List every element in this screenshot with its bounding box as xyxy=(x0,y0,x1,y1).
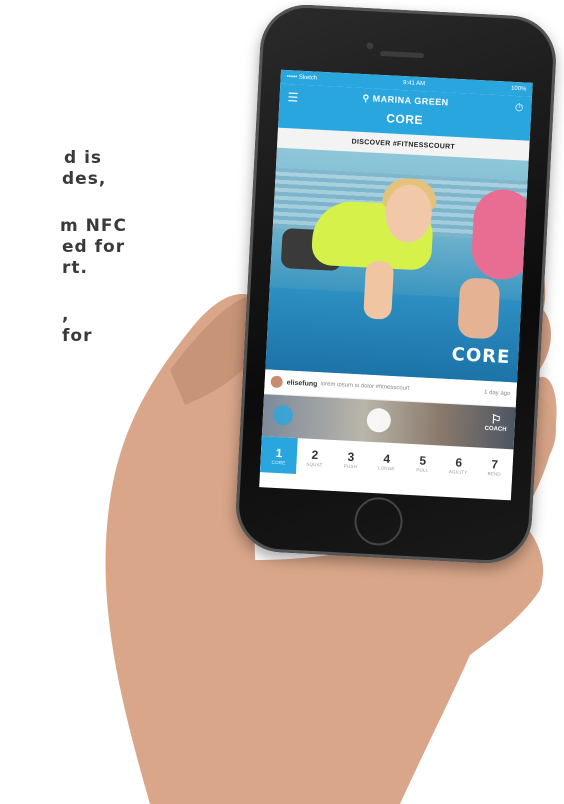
front-camera xyxy=(366,42,374,50)
coach-label: COACH xyxy=(484,425,507,433)
record-button[interactable] xyxy=(366,407,392,433)
clock-label: 9:41 AM xyxy=(402,80,426,88)
tab-number: 7 xyxy=(491,456,499,472)
whistle-icon: ⚐ xyxy=(490,412,502,427)
tab-bend[interactable]: 7 BEND xyxy=(476,447,514,485)
phone-device: ••••• Sketch 9:41 AM 100% ☰ ⚲ MARINA GRE… xyxy=(233,2,559,566)
home-button[interactable] xyxy=(353,496,404,547)
tab-number: 3 xyxy=(347,449,355,464)
second-athlete-arm xyxy=(457,277,501,340)
pin-icon: ⚲ xyxy=(362,93,370,104)
tab-label: LUNGE xyxy=(377,464,395,471)
post-username[interactable]: elisefung xyxy=(287,379,318,388)
hero-label: CORE xyxy=(451,344,511,369)
tab-number: 2 xyxy=(311,447,319,462)
app-screen: ••••• Sketch 9:41 AM 100% ☰ ⚲ MARINA GRE… xyxy=(259,69,533,501)
camera-icon[interactable] xyxy=(272,404,294,426)
tab-agility[interactable]: 6 AGILITY xyxy=(440,446,478,484)
avatar[interactable] xyxy=(270,375,284,389)
tab-lunge[interactable]: 4 LUNGE xyxy=(368,442,406,480)
carrier-label: ••••• Sketch xyxy=(286,73,318,82)
battery-label: 100% xyxy=(510,85,527,93)
second-athlete xyxy=(470,188,529,282)
tab-pull[interactable]: 5 PULL xyxy=(404,444,442,482)
tab-core[interactable]: 1 CORE xyxy=(259,436,298,475)
tab-number: 5 xyxy=(419,452,427,468)
hero-image[interactable]: CORE xyxy=(265,147,529,383)
coach-button[interactable]: ⚐ COACH xyxy=(484,412,507,433)
tab-label: PULL xyxy=(416,466,429,473)
tab-push[interactable]: 3 PUSH xyxy=(332,440,370,478)
tab-label: CORE xyxy=(271,459,286,465)
athlete-arm xyxy=(363,260,395,320)
tab-label: BEND xyxy=(487,470,502,477)
tab-squat[interactable]: 2 SQUAT xyxy=(296,438,334,476)
tab-label: AGILITY xyxy=(448,468,468,475)
post-timestamp: 1 day ago xyxy=(483,389,511,398)
stopwatch-icon[interactable]: ⏱ xyxy=(514,102,523,115)
tab-label: SQUAT xyxy=(306,461,323,467)
tab-label: PUSH xyxy=(343,463,358,469)
earpiece-speaker xyxy=(379,50,425,59)
location-label: MARINA GREEN xyxy=(372,93,449,108)
post-text: lorem ipsum si dolor #fitnesscourt xyxy=(320,381,410,392)
tab-number: 1 xyxy=(275,445,283,460)
tab-number: 6 xyxy=(455,454,463,470)
tab-number: 4 xyxy=(383,451,391,466)
